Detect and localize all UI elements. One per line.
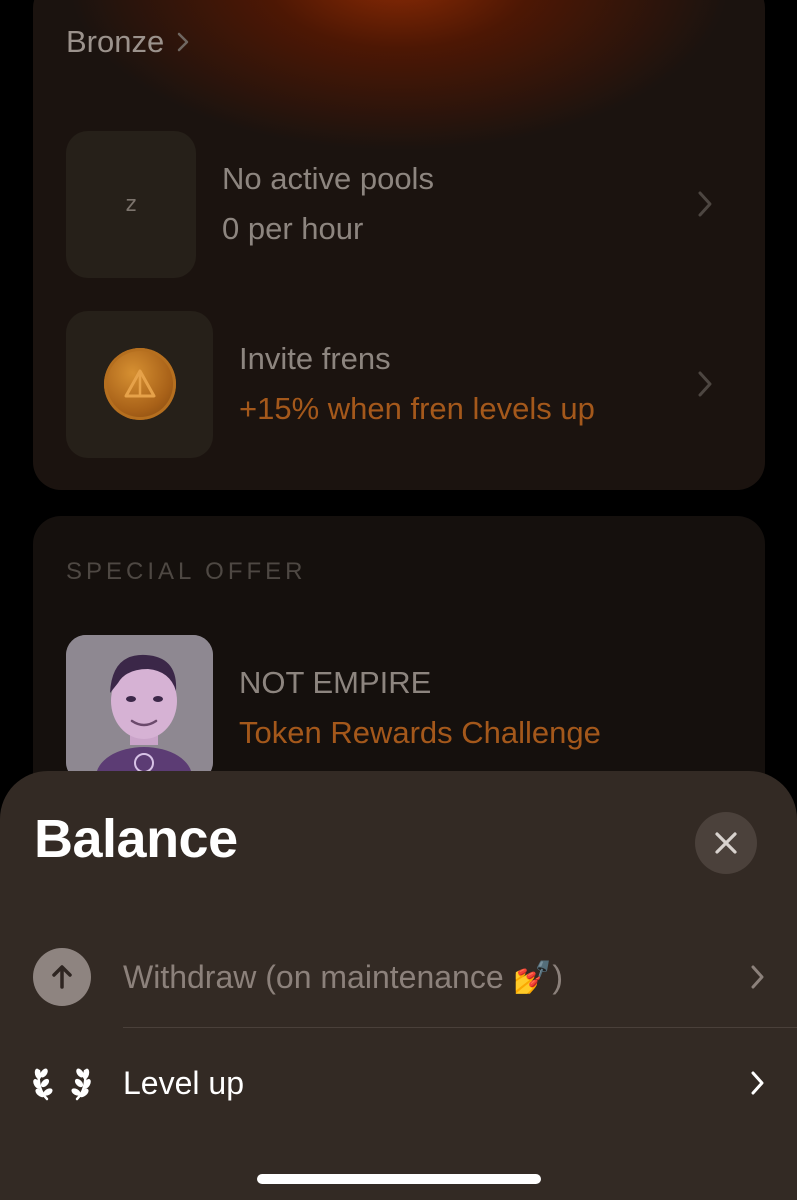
withdraw-menu-item[interactable]: Withdraw (on maintenance 💅): [0, 929, 797, 1025]
chevron-right-icon: [751, 1071, 764, 1095]
special-offer-title: NOT EMPIRE: [239, 665, 432, 700]
invite-title: Invite frens: [239, 341, 391, 376]
tier-label: Bronze: [66, 24, 165, 59]
screen: Bronze z No active pools 0 per hour Invi…: [0, 0, 797, 1200]
sheet-title: Balance: [34, 809, 238, 869]
invite-subtitle: +15% when fren levels up: [239, 391, 595, 426]
level-up-menu-item[interactable]: Level up: [0, 1035, 797, 1131]
home-indicator[interactable]: [257, 1174, 541, 1184]
close-button[interactable]: [695, 812, 757, 874]
close-icon: [715, 832, 737, 854]
invite-tile: [66, 310, 213, 458]
coin-icon: [103, 348, 176, 420]
chevron-right-icon: [177, 32, 189, 52]
special-offer-subtitle: Token Rewards Challenge: [239, 715, 601, 750]
special-offer-row[interactable]: NOT EMPIRE Token Rewards Challenge: [66, 634, 736, 782]
chevron-right-icon: [698, 191, 712, 217]
pools-title: No active pools: [222, 161, 434, 196]
tier-link[interactable]: Bronze: [66, 22, 190, 62]
pools-tile: z: [66, 130, 196, 278]
arrow-up-circle-icon: [33, 948, 91, 1006]
divider: [123, 1027, 797, 1028]
avatar-image: [66, 634, 213, 782]
pools-subtitle: 0 per hour: [222, 211, 364, 246]
pools-row[interactable]: z No active pools 0 per hour: [66, 130, 736, 278]
chevron-right-icon: [751, 965, 764, 989]
chevron-right-icon: [698, 371, 712, 397]
laurel-icon: [33, 1054, 91, 1112]
sleep-icon: z: [124, 191, 138, 217]
invite-row[interactable]: Invite frens +15% when fren levels up: [66, 310, 736, 458]
withdraw-label: Withdraw (on maintenance 💅): [123, 959, 564, 995]
level-up-label: Level up: [123, 1064, 244, 1101]
special-offer-label: SPECIAL OFFER: [66, 558, 307, 585]
